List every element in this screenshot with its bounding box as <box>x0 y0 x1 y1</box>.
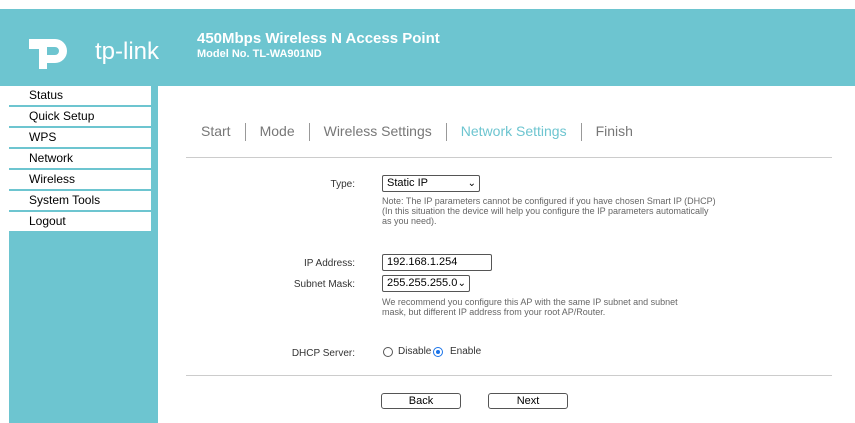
sidebar-item-logout[interactable]: Logout <box>9 212 151 233</box>
main-content: Start Mode Wireless Settings Network Settin… <box>158 86 855 423</box>
chevron-down-icon: ⌄ <box>457 278 466 289</box>
type-note-line-3: as you need). <box>382 216 437 226</box>
sidebar-menu: Status Quick Setup WPS Network Wireless … <box>9 86 151 233</box>
step-mode: Mode <box>259 123 295 139</box>
dhcp-disable-label: Disable <box>398 346 432 357</box>
ip-address-input[interactable]: 192.168.1.254 <box>382 254 492 271</box>
subnet-mask-select[interactable]: 255.255.255.0 ⌄ <box>382 275 470 292</box>
subnet-note-line-1: We recommend you configure this AP with … <box>382 297 678 307</box>
product-title: 450Mbps Wireless N Access Point <box>197 30 440 47</box>
step-finish: Finish <box>595 123 633 139</box>
sidebar-item-wps[interactable]: WPS <box>9 128 151 149</box>
step-divider <box>308 123 310 142</box>
sidebar-item-network[interactable]: Network <box>9 149 151 170</box>
step-divider <box>580 123 582 142</box>
type-select-value: Static IP <box>387 177 428 189</box>
sidebar-item-status[interactable]: Status <box>9 86 151 107</box>
chevron-down-icon: ⌄ <box>467 178 476 189</box>
top-strip <box>0 0 855 9</box>
ip-address-label: IP Address: <box>304 258 355 269</box>
sidebar-item-wireless[interactable]: Wireless <box>9 170 151 191</box>
step-divider <box>244 123 246 142</box>
step-wireless-settings: Wireless Settings <box>323 123 432 139</box>
header-banner: tp-link 450Mbps Wireless N Access Point … <box>0 9 855 86</box>
step-network-settings: Network Settings <box>460 123 567 139</box>
sidebar-item-quick-setup[interactable]: Quick Setup <box>9 107 151 128</box>
tp-link-logo-icon <box>29 39 67 69</box>
dhcp-enable-radio[interactable] <box>433 347 443 357</box>
step-start: Start <box>201 123 231 139</box>
divider-bottom <box>186 375 832 376</box>
dhcp-disable-radio[interactable] <box>383 347 393 357</box>
sidebar-item-system-tools[interactable]: System Tools <box>9 191 151 212</box>
subnet-mask-label: Subnet Mask: <box>293 279 355 290</box>
subnet-note-line-2: mask, but different IP address from your… <box>382 307 606 317</box>
dhcp-server-label: DHCP Server: <box>291 348 355 359</box>
back-button[interactable]: Back <box>381 393 461 409</box>
sidebar: Status Quick Setup WPS Network Wireless … <box>9 86 158 423</box>
wizard-steps: Start Mode Wireless Settings Network Settin… <box>201 123 633 142</box>
type-label: Type: <box>330 179 355 190</box>
type-note-line-1: Note: The IP parameters cannot be config… <box>382 196 716 206</box>
logo-text: tp-link <box>95 38 160 65</box>
dhcp-enable-label: Enable <box>450 346 482 357</box>
type-select[interactable]: Static IP ⌄ <box>382 175 480 192</box>
tp-link-logo: tp-link <box>25 31 165 71</box>
step-divider <box>445 123 447 142</box>
model-number: Model No. TL-WA901ND <box>197 48 322 60</box>
subnet-mask-value: 255.255.255.0 <box>387 277 458 289</box>
divider-top <box>186 157 832 158</box>
type-note-line-2: (In this situation the device will help … <box>382 206 709 216</box>
next-button[interactable]: Next <box>488 393 568 409</box>
